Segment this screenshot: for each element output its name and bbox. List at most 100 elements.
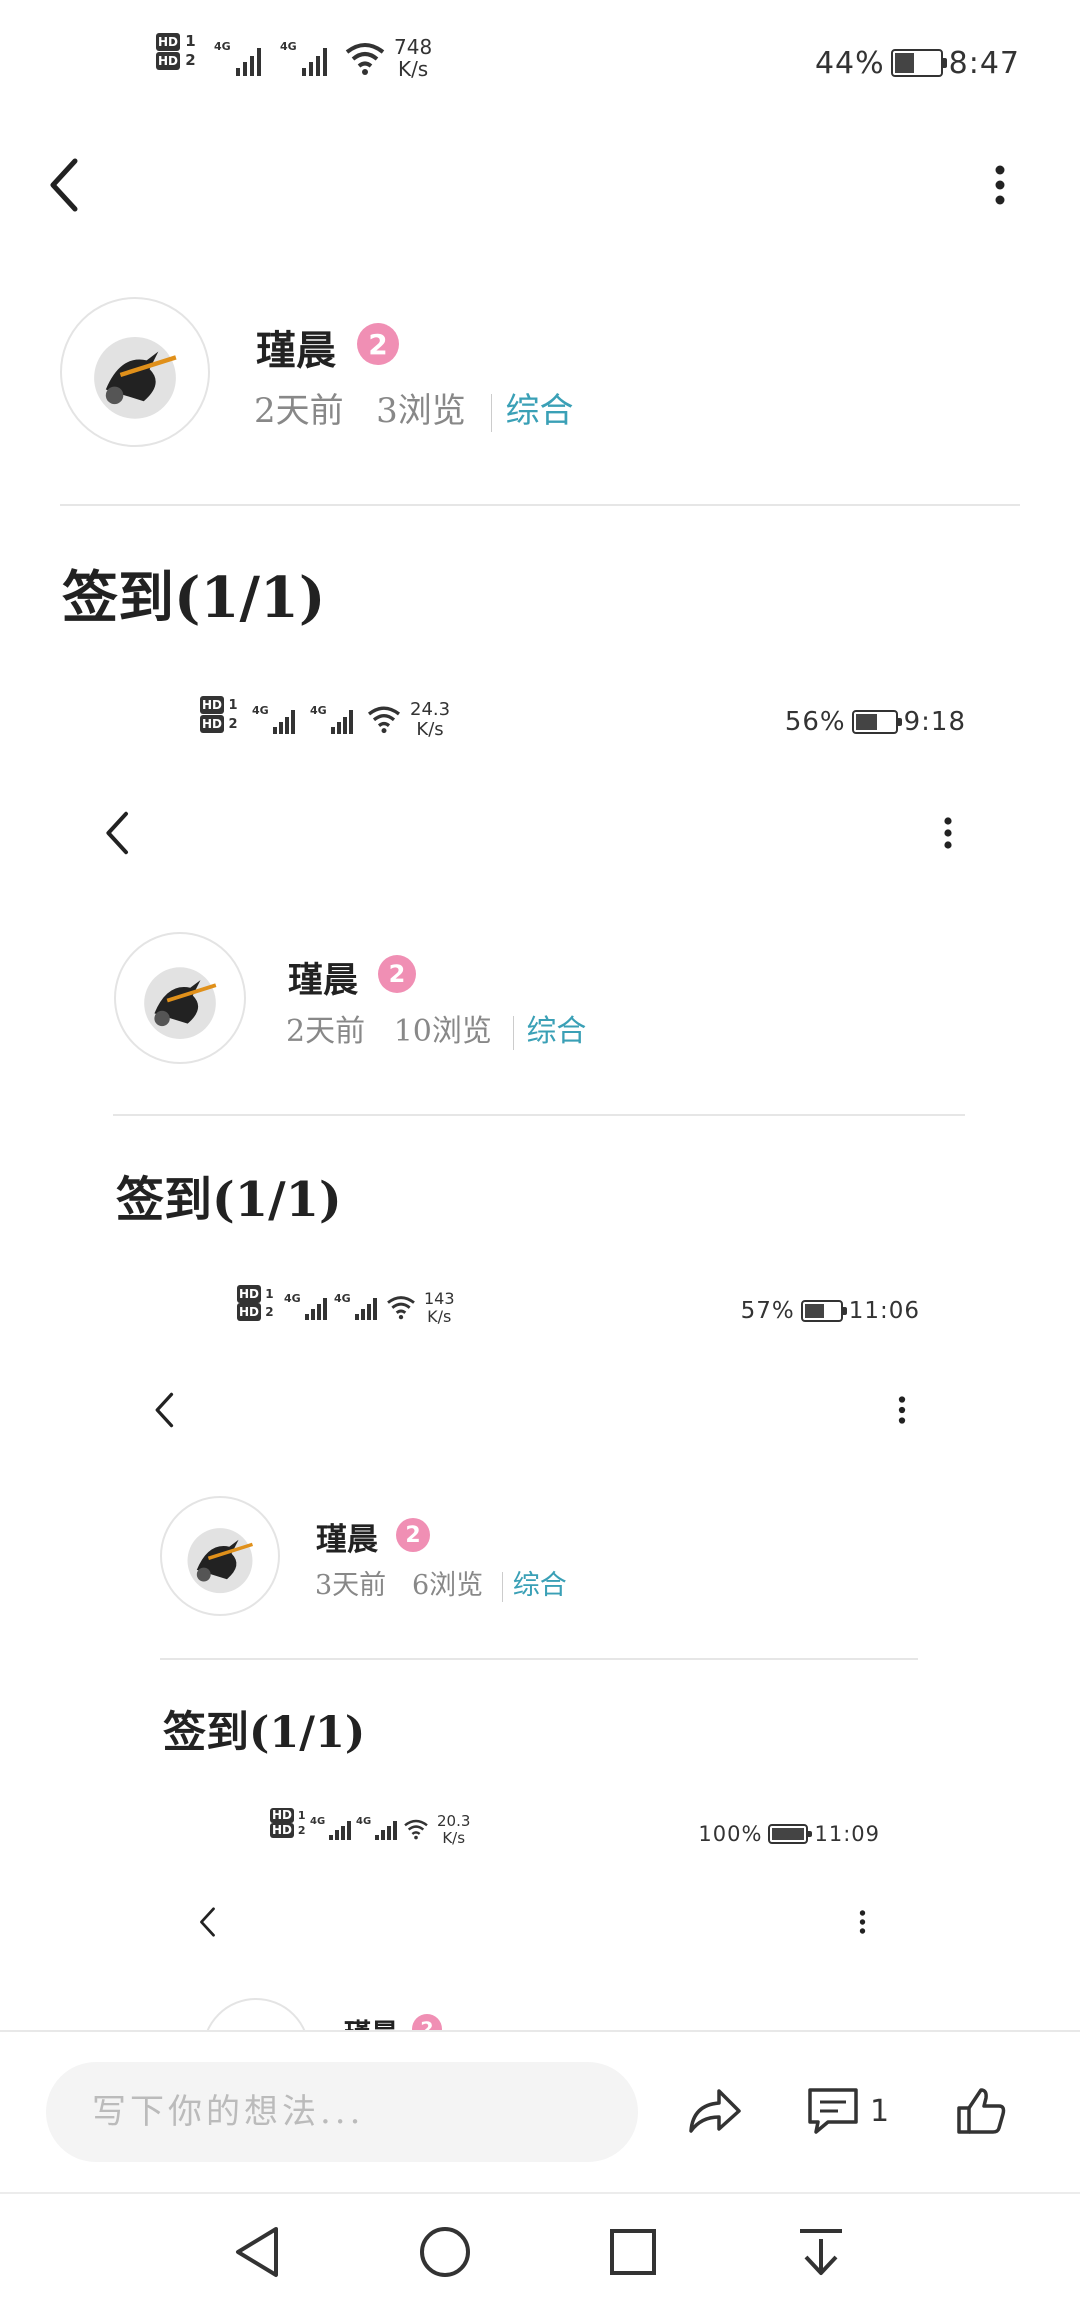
avatar[interactable]: [60, 297, 210, 447]
level-badge: 2: [378, 955, 416, 993]
signal-icon: 4G: [280, 40, 327, 76]
signal-icon: 4G: [252, 704, 295, 734]
view-count: 10浏览: [393, 1014, 492, 1049]
comment-icon: [808, 2088, 858, 2134]
more-button[interactable]: [928, 805, 968, 861]
battery-icon: [851, 710, 902, 734]
more-vertical-icon: [944, 817, 952, 849]
clock: 11:06: [848, 1298, 920, 1324]
more-button[interactable]: [970, 150, 1030, 220]
share-icon: [689, 2089, 741, 2133]
avatar-image: [94, 336, 177, 419]
network-speed: 24.3 K/s: [410, 699, 451, 740]
category-tag[interactable]: 综合: [526, 1014, 586, 1049]
back-arrow-icon: [155, 1392, 174, 1428]
network-speed: 20.3 K/s: [437, 1812, 471, 1847]
view-count: 3浏览: [376, 391, 466, 431]
view-count: 6浏览: [411, 1570, 484, 1601]
battery-percent: 57%: [740, 1298, 795, 1324]
battery-percent: 100%: [698, 1822, 763, 1846]
wifi-icon: [367, 706, 401, 734]
nav-recents-button[interactable]: [598, 2220, 668, 2284]
signal-icon: 4G: [356, 1816, 398, 1840]
clock: 8:47: [948, 45, 1020, 81]
circle-home-icon: [420, 2227, 470, 2277]
post-title: 签到(1/1): [62, 565, 326, 631]
back-arrow-icon: [106, 811, 128, 855]
wifi-icon: [345, 43, 385, 75]
signal-icon: 4G: [214, 40, 261, 76]
divider: [60, 504, 1020, 506]
category-tag[interactable]: 综合: [513, 1570, 567, 1601]
username[interactable]: 瑾晨: [316, 1514, 378, 1559]
clock: 9:18: [903, 707, 966, 737]
post-meta: 2天前 3浏览 综合: [254, 389, 574, 433]
status-right: 44% 8:47: [815, 44, 1020, 82]
category-tag[interactable]: 综合: [506, 391, 574, 431]
network-speed: 143 K/s: [424, 1289, 455, 1326]
avatar-image: [187, 1528, 254, 1594]
battery-icon: [800, 1300, 847, 1322]
signal-icon: 4G: [310, 1816, 352, 1840]
pull-down-icon: [800, 2229, 842, 2275]
back-button[interactable]: [142, 1385, 188, 1435]
hd-indicator: HD 1 HD 2: [237, 1285, 274, 1321]
time-ago: 3天前: [315, 1570, 387, 1601]
avatar[interactable]: [160, 1496, 280, 1616]
network-speed: 748 K/s: [394, 35, 433, 81]
back-button[interactable]: [90, 805, 146, 861]
battery-icon: [890, 49, 947, 77]
nav-back-button[interactable]: [222, 2220, 292, 2284]
system-nav-bar: [0, 2192, 1080, 2312]
hd-indicator: HD 1 HD 2: [270, 1808, 306, 1838]
time-ago: 2天前: [286, 1014, 366, 1049]
more-vertical-icon: [898, 1396, 906, 1424]
back-arrow-icon: [200, 1907, 215, 1937]
nav-notification-button[interactable]: [786, 2220, 856, 2284]
signal-icon: 4G: [310, 704, 353, 734]
square-recents-icon: [610, 2229, 656, 2275]
share-button[interactable]: [680, 2076, 750, 2146]
back-button[interactable]: [30, 150, 100, 220]
status-right: 56% 9:18: [785, 706, 966, 738]
post-meta: 2天前 10浏览 综合: [286, 1012, 586, 1052]
thumbs-up-icon: [957, 2088, 1006, 2134]
post-title: 签到(1/1): [163, 1708, 366, 1758]
divider: [113, 1114, 965, 1116]
status-right: 100% 11:09: [698, 1820, 880, 1848]
comment-input[interactable]: 写下你的想法...: [46, 2062, 638, 2162]
post-meta: 3天前 6浏览 综合: [315, 1568, 567, 1604]
battery-icon: [768, 1824, 813, 1844]
back-button[interactable]: [188, 1900, 228, 1944]
comment-button[interactable]: 1: [806, 2076, 906, 2146]
level-badge: 2: [396, 1518, 430, 1552]
battery-percent: 56%: [784, 707, 846, 737]
signal-icon: 4G: [284, 1292, 327, 1320]
wifi-icon: [387, 1296, 415, 1320]
like-button[interactable]: [946, 2076, 1016, 2146]
time-ago: 2天前: [254, 391, 344, 431]
battery-percent: 44%: [814, 45, 885, 81]
wifi-icon: [404, 1819, 428, 1840]
post-title: 签到(1/1): [116, 1172, 342, 1228]
avatar-image: [144, 967, 217, 1039]
avatar[interactable]: [114, 932, 246, 1064]
status-right: 57% 11:06: [741, 1296, 920, 1326]
username[interactable]: 瑾晨: [288, 952, 358, 1003]
nav-home-button[interactable]: [410, 2220, 480, 2284]
username[interactable]: 瑾晨: [256, 318, 336, 376]
hd-indicator: HD 1 HD 2: [200, 696, 238, 733]
back-arrow-icon: [50, 158, 78, 212]
signal-icon: 4G: [334, 1292, 377, 1320]
bottom-action-bar: 写下你的想法... 1: [0, 2030, 1080, 2194]
divider: [160, 1658, 918, 1660]
hd-indicator: HD 1 HD 2: [156, 32, 196, 70]
triangle-back-icon: [236, 2227, 278, 2277]
more-button[interactable]: [884, 1385, 920, 1435]
more-vertical-icon: [859, 1910, 865, 1934]
clock: 11:09: [814, 1822, 880, 1846]
more-button[interactable]: [846, 1900, 878, 1944]
comment-count: 1: [870, 2093, 890, 2129]
level-badge: 2: [357, 323, 399, 365]
more-vertical-icon: [995, 165, 1005, 205]
